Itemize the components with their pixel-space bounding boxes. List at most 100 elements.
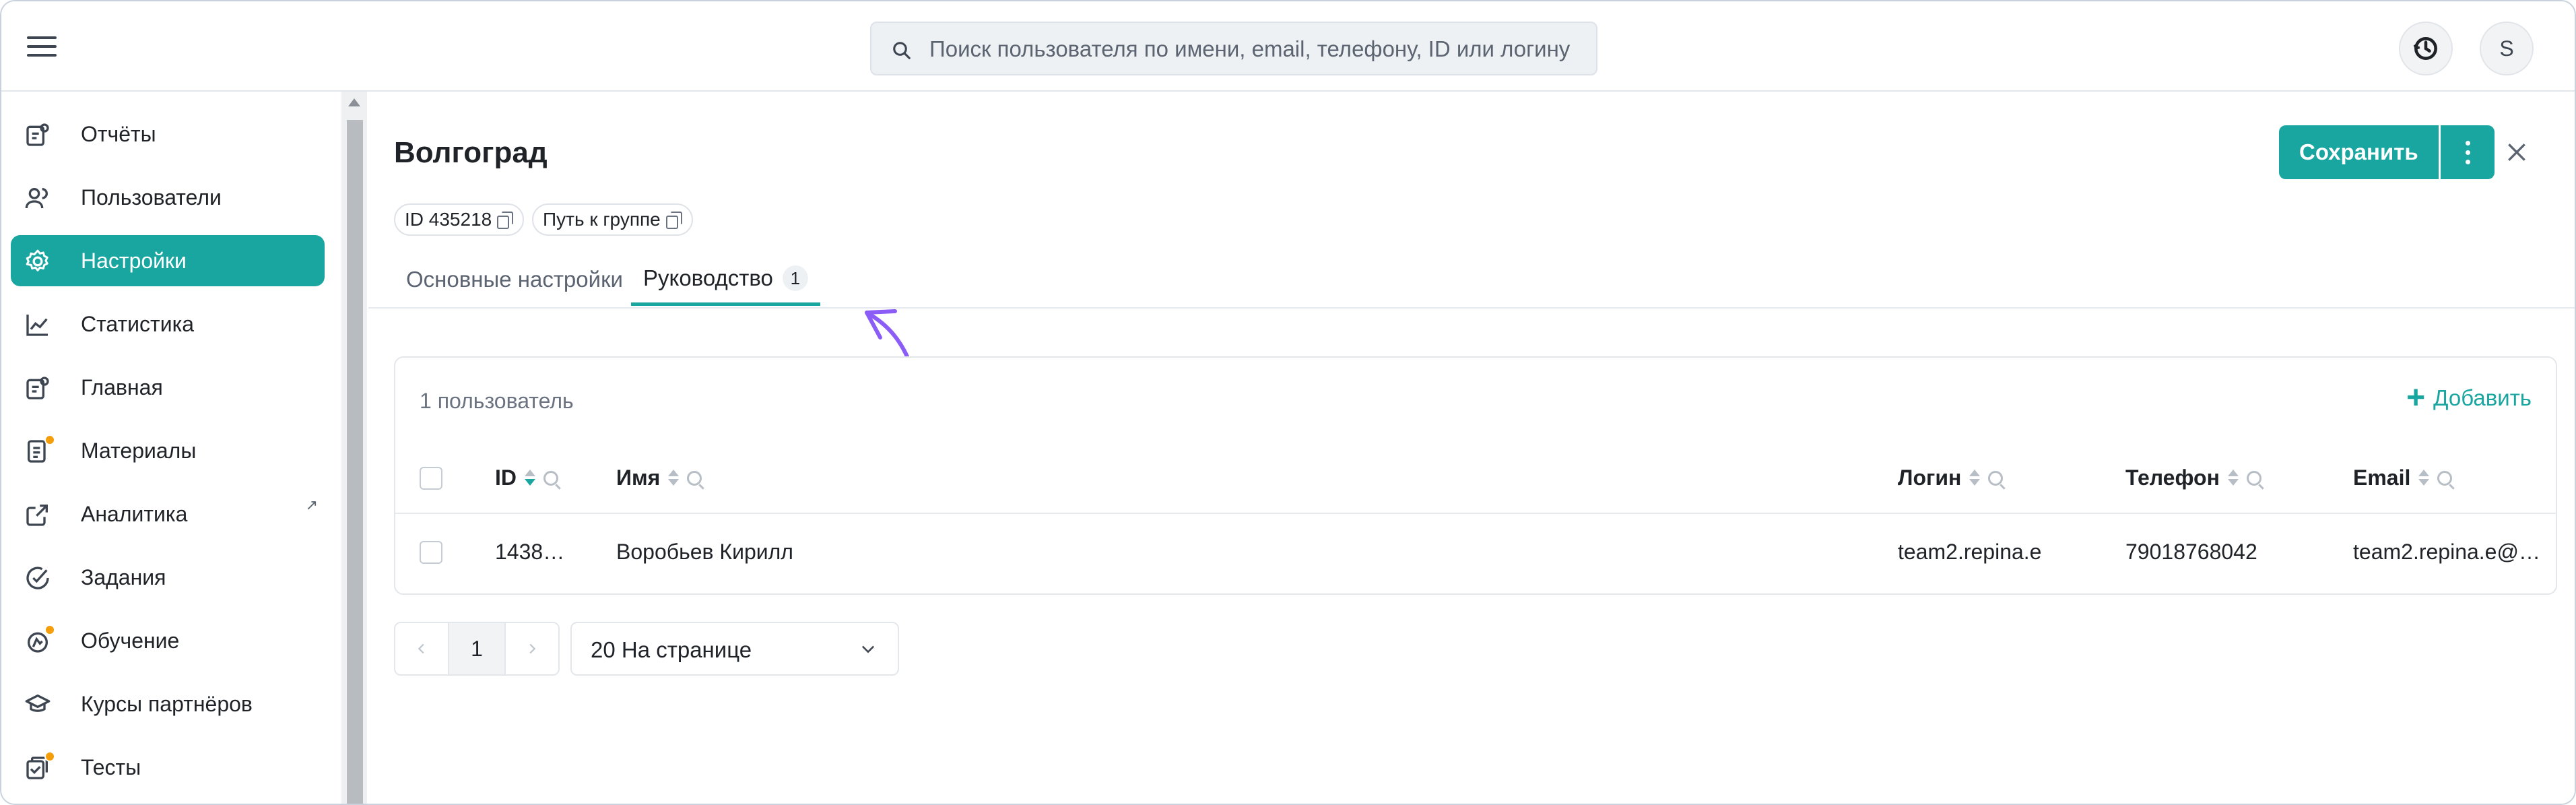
external-link-icon	[26, 505, 48, 526]
main-panel: Волгоград ID 435218 Путь к группе Сохран…	[368, 92, 2575, 804]
page-size-select[interactable]: 20 На странице	[570, 622, 899, 676]
sidebar-item-partner-courses[interactable]: Курсы партнёров	[11, 678, 325, 730]
search-box[interactable]	[870, 22, 1597, 75]
user-count: 1 пользователь	[420, 389, 574, 413]
task-check-icon	[26, 567, 49, 589]
id-chip-label: ID 435218	[405, 209, 492, 230]
sidebar-item-tasks[interactable]: Задания	[11, 552, 325, 603]
chart-line-icon	[26, 315, 48, 336]
column-label: Email	[2353, 465, 2411, 490]
scroll-up-arrow[interactable]	[348, 98, 360, 106]
menu-icon[interactable]	[27, 36, 57, 57]
notification-dot	[44, 434, 55, 445]
search-icon[interactable]	[2246, 470, 2261, 486]
chevron-down-icon	[861, 645, 875, 653]
sidebar-item-label: Отчёты	[81, 121, 156, 146]
column-header-id[interactable]: ID	[495, 465, 558, 490]
prev-page-button[interactable]	[394, 622, 449, 676]
column-label: Телефон	[2125, 465, 2220, 490]
close-icon[interactable]	[2503, 139, 2530, 166]
tab-main-settings[interactable]: Основные настройки	[406, 253, 623, 306]
add-button[interactable]: + Добавить	[2406, 380, 2532, 416]
report-icon	[26, 123, 49, 146]
table-row[interactable]: 1438… Воробьев Кирилл team2.repina.e 790…	[395, 514, 2556, 592]
page-number-current[interactable]: 1	[449, 622, 504, 676]
tab-management[interactable]: Руководство 1	[631, 253, 820, 306]
column-header-email[interactable]: Email	[2353, 465, 2453, 490]
sidebar-item-label: Главная	[81, 375, 163, 399]
id-chip[interactable]: ID 435218	[394, 203, 525, 236]
history-button[interactable]	[2399, 22, 2453, 75]
save-button-group: Сохранить	[2279, 125, 2495, 179]
cell-phone: 79018768042	[2125, 540, 2257, 564]
chevron-right-icon	[529, 643, 536, 654]
sort-icon[interactable]	[2227, 468, 2239, 488]
copy-icon[interactable]	[665, 212, 682, 229]
tab-count-badge: 1	[782, 265, 808, 291]
sidebar-item-settings[interactable]: Настройки	[11, 235, 325, 286]
sidebar: Отчёты Пользователи Настройки Статистика…	[1, 92, 341, 804]
sidebar-item-label: Пользователи	[81, 185, 222, 210]
external-arrow-icon: ↗	[305, 496, 318, 513]
cell-id: 1438…	[495, 540, 565, 564]
sidebar-item-label: Настройки	[81, 248, 187, 273]
more-options-button[interactable]	[2440, 125, 2495, 179]
search-icon[interactable]	[543, 470, 558, 486]
sidebar-item-analytics[interactable]: Аналитика ↗	[11, 488, 325, 540]
column-header-login[interactable]: Логин	[1898, 465, 2004, 490]
search-icon	[893, 42, 911, 59]
user-avatar[interactable]: S	[2480, 22, 2534, 75]
graduation-cap-icon	[25, 695, 51, 712]
sidebar-item-users[interactable]: Пользователи	[11, 172, 325, 223]
scrollbar-thumb[interactable]	[347, 120, 363, 804]
column-label: ID	[495, 465, 517, 490]
sidebar-item-tests[interactable]: Тесты	[11, 742, 325, 793]
kebab-dot	[2465, 150, 2470, 155]
column-label: Логин	[1898, 465, 1962, 490]
add-button-label: Добавить	[2433, 385, 2532, 410]
plus-icon: +	[2406, 380, 2426, 416]
kebab-dot	[2465, 160, 2470, 164]
notification-dot	[44, 751, 55, 762]
column-header-name[interactable]: Имя	[616, 465, 702, 490]
cell-login: team2.repina.e	[1898, 540, 2042, 564]
cell-name: Воробьев Кирилл	[616, 540, 793, 564]
search-icon[interactable]	[1988, 470, 2004, 486]
copy-icon[interactable]	[497, 212, 514, 229]
sidebar-item-label: Курсы партнёров	[81, 691, 253, 716]
tab-bar: Основные настройки Руководство 1	[368, 253, 2575, 309]
sort-icon[interactable]	[1969, 468, 1981, 488]
sidebar-item-label: Аналитика	[81, 501, 188, 526]
pagination: 1	[394, 622, 560, 676]
sidebar-item-reports[interactable]: Отчёты	[11, 108, 325, 160]
row-checkbox[interactable]	[420, 541, 442, 564]
sidebar-item-materials[interactable]: Материалы	[11, 425, 325, 476]
column-label: Имя	[616, 465, 661, 490]
column-header-phone[interactable]: Телефон	[2125, 465, 2261, 490]
sidebar-item-learning[interactable]: Обучение	[11, 615, 325, 666]
next-page-button[interactable]	[504, 622, 560, 676]
sidebar-item-label: Обучение	[81, 628, 180, 653]
gear-icon	[26, 249, 48, 271]
sidebar-item-statistics[interactable]: Статистика	[11, 298, 325, 350]
sidebar-scrollbar[interactable]	[341, 92, 367, 804]
sort-icon[interactable]	[2418, 468, 2430, 488]
save-button[interactable]: Сохранить	[2279, 125, 2439, 179]
top-bar: S	[1, 1, 2575, 92]
search-input[interactable]	[928, 23, 1577, 75]
sort-icon[interactable]	[525, 468, 535, 488]
sidebar-item-home[interactable]: Главная	[11, 362, 325, 413]
users-table-card: 1 пользователь + Добавить ID Имя Логин Т…	[394, 356, 2557, 595]
kebab-dot	[2465, 141, 2470, 146]
page-title: Волгоград	[394, 136, 548, 169]
avatar-letter: S	[2499, 36, 2514, 61]
sidebar-item-label: Статистика	[81, 311, 195, 336]
chevron-left-icon	[418, 643, 424, 654]
page-size-label: 20 На странице	[591, 637, 752, 662]
search-icon[interactable]	[687, 470, 702, 486]
sort-icon[interactable]	[668, 468, 680, 488]
sidebar-item-label: Задания	[81, 565, 166, 589]
search-icon[interactable]	[2437, 470, 2453, 486]
select-all-checkbox[interactable]	[420, 467, 442, 490]
group-path-chip[interactable]: Путь к группе	[532, 203, 693, 236]
